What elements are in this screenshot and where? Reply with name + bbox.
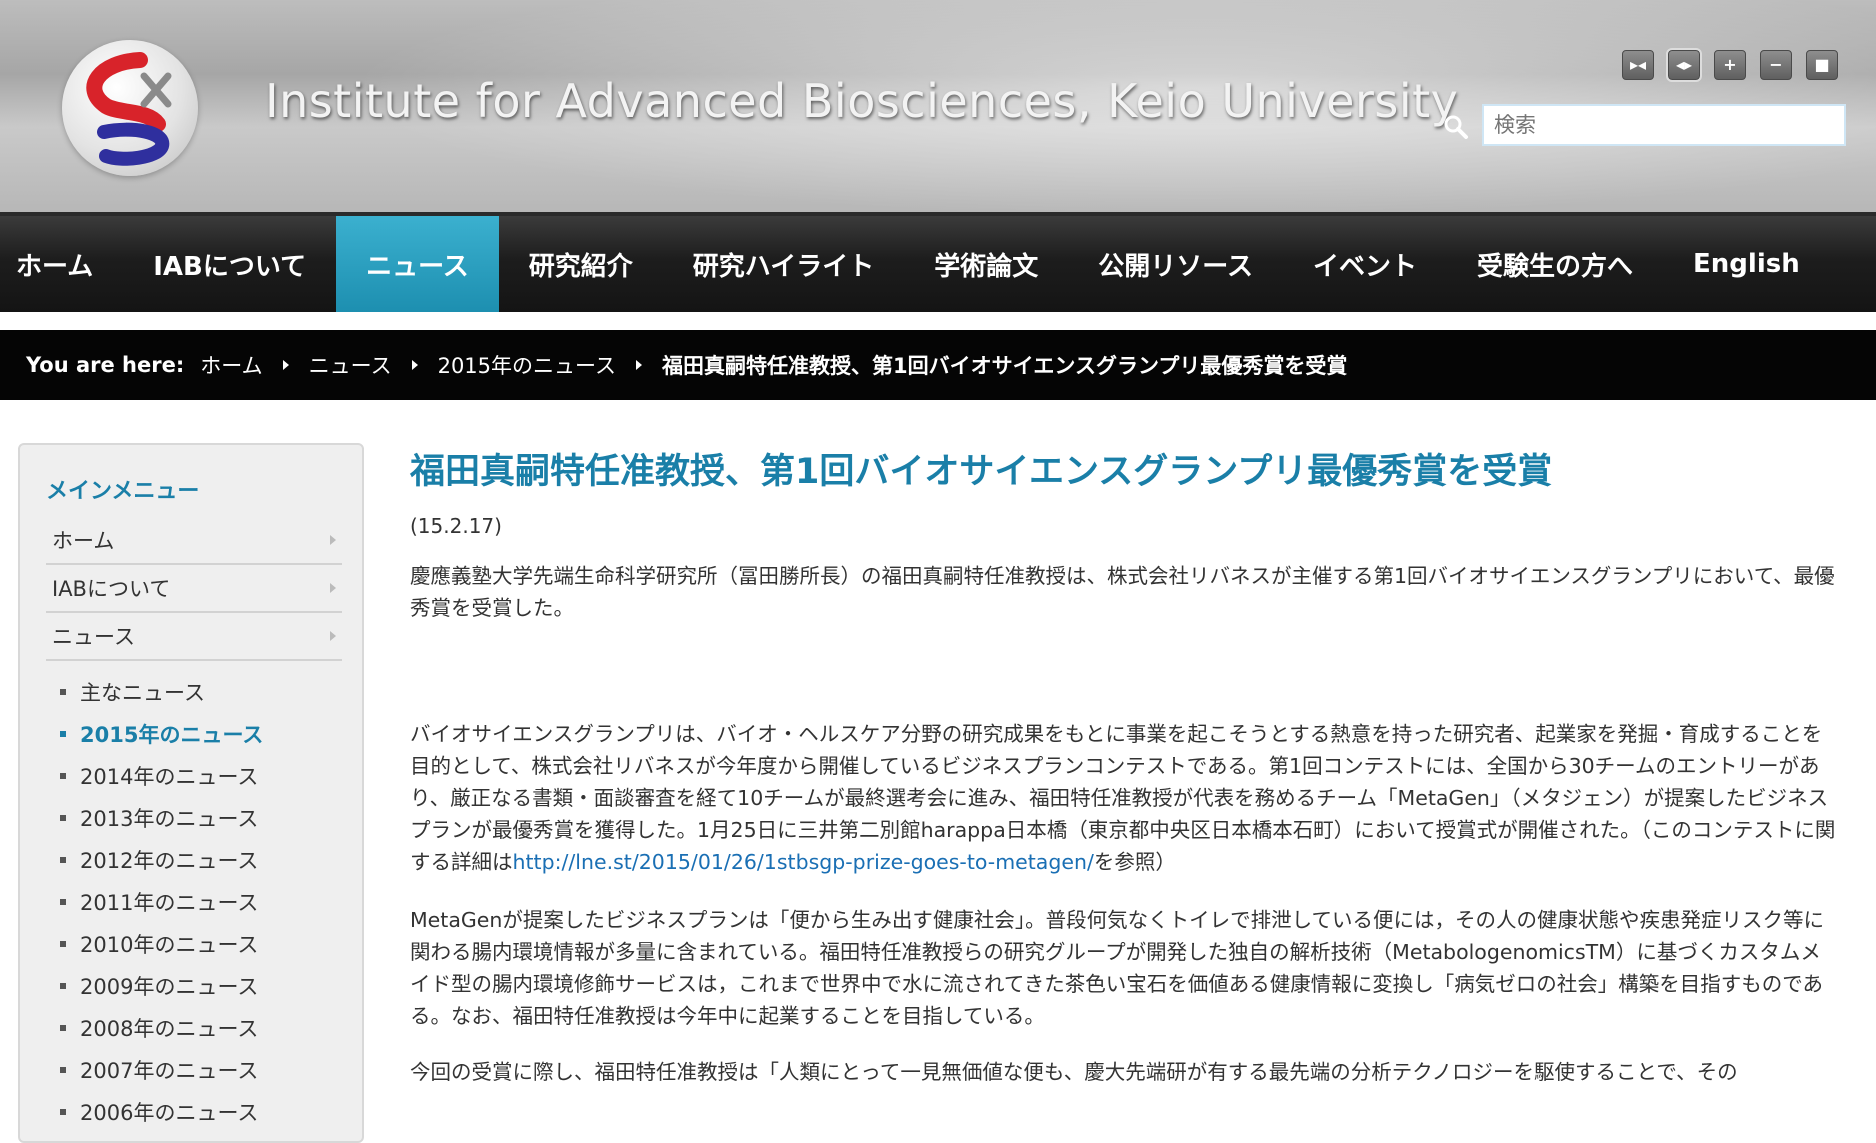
bullet-icon (60, 815, 66, 821)
breadcrumb-separator-icon (635, 360, 642, 370)
wide-width-button[interactable]: ◂▸ (1666, 48, 1702, 82)
nav-item-resources[interactable]: 公開リソース (1068, 216, 1283, 312)
sidebar-subitem-label: 主なニュース (80, 681, 205, 705)
sidebar-subitem-label: 2010年のニュース (80, 933, 259, 957)
breadcrumb-news[interactable]: ニュース (309, 350, 392, 380)
sidebar-subitem-2008[interactable]: 2008年のニュース (46, 1007, 342, 1049)
logo-graphic (86, 52, 172, 166)
paragraph-text: を参照） (1093, 850, 1176, 874)
bullet-icon (60, 983, 66, 989)
sidebar-subitem-2009[interactable]: 2009年のニュース (46, 965, 342, 1007)
sidebar-subitem-2015[interactable]: 2015年のニュース (46, 713, 342, 755)
bullet-icon (60, 1067, 66, 1073)
bullet-icon (60, 1109, 66, 1115)
article-content: 福田真嗣特任准教授、第1回バイオサイエンスグランプリ最優秀賞を受賞 (15.2.… (410, 443, 1840, 1088)
article-paragraph-4: 今回の受賞に際し、福田特任准教授は「人類にとって一見無価値な便も、慶大先端研が有… (410, 1060, 1738, 1084)
sidebar-item-label: ホーム (52, 529, 115, 553)
bullet-icon (60, 689, 66, 695)
iab-logo[interactable] (62, 40, 198, 176)
nav-item-english[interactable]: English (1663, 216, 1830, 312)
bullet-icon (60, 857, 66, 863)
nav-item-papers[interactable]: 学術論文 (904, 216, 1068, 312)
sidebar-subitem-main-news[interactable]: 主なニュース (46, 671, 342, 713)
sidebar-subitem-2006[interactable]: 2006年のニュース (46, 1091, 342, 1133)
sidebar-subitem-2011[interactable]: 2011年のニュース (46, 881, 342, 923)
sidebar-item-label: ニュース (52, 625, 135, 649)
sidebar-title: メインメニュー (46, 479, 200, 504)
sidebar-subitem-label: 2008年のニュース (80, 1017, 259, 1041)
article-date: (15.2.17) (410, 514, 502, 538)
sidebar-item-news[interactable]: ニュース (46, 613, 342, 661)
chevron-right-icon (330, 583, 336, 593)
narrow-width-button[interactable]: ▸◂ (1622, 50, 1654, 80)
font-reset-button[interactable]: ■ (1806, 50, 1838, 80)
sidebar-subitem-2010[interactable]: 2010年のニュース (46, 923, 342, 965)
search-icon (1444, 115, 1468, 139)
nav-item-events[interactable]: イベント (1283, 216, 1447, 312)
nav-item-admissions[interactable]: 受験生の方へ (1447, 216, 1663, 312)
breadcrumb-current: 福田真嗣特任准教授、第1回バイオサイエンスグランプリ最優秀賞を受賞 (661, 354, 1348, 378)
display-tool-buttons: ▸◂ ◂▸ + − ■ (1622, 48, 1838, 82)
breadcrumb-separator-icon (282, 360, 289, 370)
nav-item-news[interactable]: ニュース (336, 216, 499, 312)
sidebar-subitem-label: 2015年のニュース (80, 723, 264, 747)
sidebar-subitem-label: 2013年のニュース (80, 807, 259, 831)
article-title: 福田真嗣特任准教授、第1回バイオサイエンスグランプリ最優秀賞を受賞 (410, 452, 1553, 492)
nav-item-highlights[interactable]: 研究ハイライト (663, 216, 904, 312)
breadcrumb-label: You are here: (26, 353, 185, 377)
sidebar-subitem-label: 2011年のニュース (80, 891, 259, 915)
sidebar-subitem-label: 2009年のニュース (80, 975, 259, 999)
contest-details-link[interactable]: http://lne.st/2015/01/26/1stbsgp-prize-g… (513, 850, 1094, 874)
breadcrumb: You are here: ホーム ニュース 2015年のニュース 福田真嗣特任… (0, 330, 1876, 400)
sidebar-subitem-2007[interactable]: 2007年のニュース (46, 1049, 342, 1091)
sidebar-news-sublist: 主なニュース 2015年のニュース 2014年のニュース 2013年のニュース … (46, 671, 342, 1133)
bullet-icon (60, 731, 66, 737)
article-paragraph-2: バイオサイエンスグランプリは、バイオ・ヘルスケア分野の研究成果をもとに事業を起こ… (410, 718, 1840, 878)
bullet-icon (60, 773, 66, 779)
font-increase-button[interactable]: + (1714, 50, 1746, 80)
article-paragraph-3: MetaGenが提案したビジネスプランは「便から生み出す健康社会」。普段何気なく… (410, 908, 1825, 1028)
sidebar-item-label: IABについて (52, 577, 171, 601)
search-input[interactable] (1482, 104, 1846, 146)
bullet-icon (60, 941, 66, 947)
site-header: Institute for Advanced Biosciences, Keio… (0, 0, 1876, 212)
main-nav: ホーム IABについて ニュース 研究紹介 研究ハイライト 学術論文 公開リソー… (0, 212, 1876, 312)
sidebar-subitem-label: 2012年のニュース (80, 849, 259, 873)
nav-item-research[interactable]: 研究紹介 (499, 216, 663, 312)
sidebar-item-about[interactable]: IABについて (46, 565, 342, 613)
breadcrumb-news-2015[interactable]: 2015年のニュース (438, 350, 616, 380)
breadcrumb-home[interactable]: ホーム (200, 350, 262, 380)
sidebar-subitem-label: 2007年のニュース (80, 1059, 259, 1083)
nav-item-about[interactable]: IABについて (123, 216, 336, 312)
sidebar-main-menu: メインメニュー ホーム IABについて ニュース 主なニュース 2015年のニュ… (18, 443, 364, 1143)
bullet-icon (60, 899, 66, 905)
sidebar-subitem-2014[interactable]: 2014年のニュース (46, 755, 342, 797)
sidebar-item-home[interactable]: ホーム (46, 517, 342, 565)
sidebar-subitem-2012[interactable]: 2012年のニュース (46, 839, 342, 881)
site-title: Institute for Advanced Biosciences, Keio… (265, 74, 1459, 128)
chevron-right-icon (330, 631, 336, 641)
sidebar-subitem-label: 2006年のニュース (80, 1101, 259, 1125)
bullet-icon (60, 1025, 66, 1031)
nav-item-home[interactable]: ホーム (0, 216, 123, 312)
font-decrease-button[interactable]: − (1760, 50, 1792, 80)
chevron-right-icon (330, 535, 336, 545)
sidebar-subitem-2013[interactable]: 2013年のニュース (46, 797, 342, 839)
sidebar-subitem-label: 2014年のニュース (80, 765, 259, 789)
breadcrumb-separator-icon (411, 360, 418, 370)
article-paragraph-1: 慶應義塾大学先端生命科学研究所（冨田勝所長）の福田真嗣特任准教授は、株式会社リバ… (410, 564, 1835, 620)
